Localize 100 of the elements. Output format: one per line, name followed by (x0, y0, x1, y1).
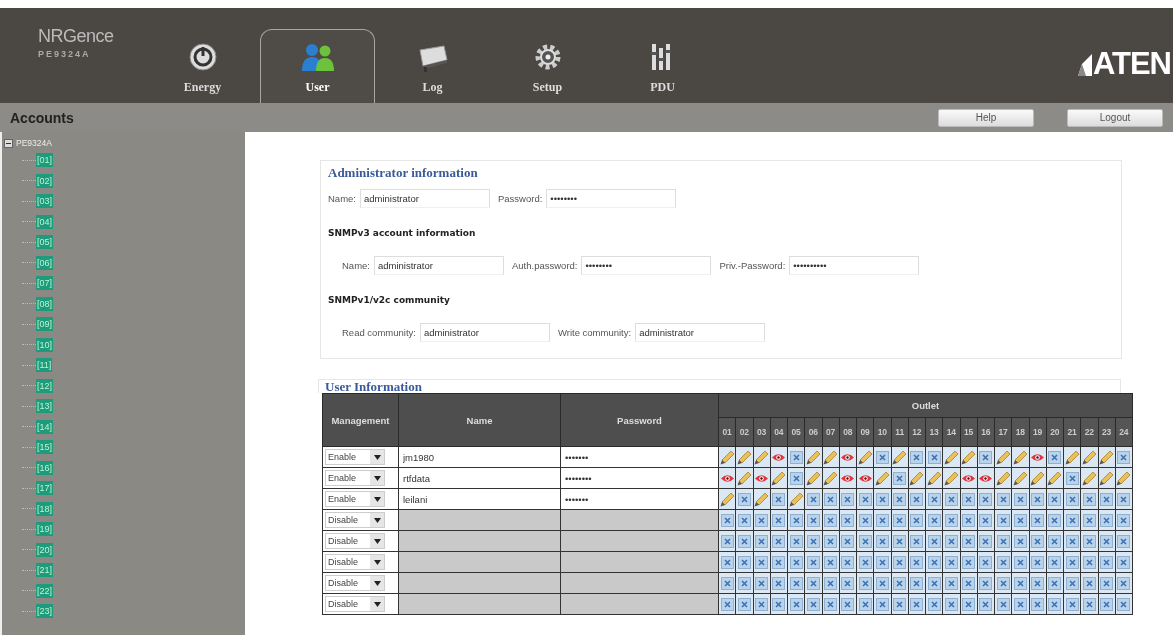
pencil-icon[interactable] (995, 470, 1011, 486)
cross-icon[interactable] (979, 450, 993, 464)
brand-logo: ATEN (1092, 46, 1171, 82)
cross-icon[interactable] (944, 492, 958, 506)
column-header: Outlet (718, 393, 1133, 418)
subsection-title: SNMPv3 account information (328, 228, 477, 238)
pencil-icon[interactable] (1116, 470, 1132, 486)
nav-tab[interactable]: Setup (490, 29, 605, 103)
caret-icon (373, 559, 381, 565)
toolbar-button[interactable]: Help (938, 108, 1034, 127)
cross-icon[interactable] (979, 492, 993, 506)
field-label: Write community: (557, 327, 632, 338)
toolbar-button[interactable]: Logout (1067, 108, 1163, 127)
pencil-icon[interactable] (892, 449, 908, 465)
cross-icon[interactable] (1031, 492, 1045, 506)
pencil-icon[interactable] (823, 470, 839, 486)
caret-icon (373, 538, 381, 544)
pencil-icon[interactable] (736, 470, 752, 486)
cross-icon[interactable] (1100, 492, 1114, 506)
cross-icon[interactable] (996, 492, 1010, 506)
cross-icon[interactable] (910, 450, 924, 464)
users-icon (300, 42, 335, 72)
nav-tab[interactable]: PDU (605, 29, 720, 103)
pencil-icon[interactable] (719, 491, 735, 507)
pencil-icon[interactable] (823, 449, 839, 465)
cross-icon[interactable] (875, 492, 889, 506)
field-label: Name: (342, 260, 370, 271)
nav-tab[interactable]: User (260, 29, 375, 103)
cross-icon[interactable] (824, 492, 838, 506)
pencil-icon[interactable] (754, 491, 770, 507)
column-header: Name (398, 393, 561, 447)
management-dropdown[interactable]: Enable (325, 449, 385, 465)
pencil-icon[interactable] (754, 449, 770, 465)
pencil-icon[interactable] (719, 449, 735, 465)
pencil-icon[interactable] (788, 491, 804, 507)
section-title: Administrator information (328, 165, 479, 181)
pencil-icon[interactable] (857, 449, 873, 465)
column-header: Management (322, 393, 399, 447)
cross-icon[interactable] (893, 492, 907, 506)
pencil-icon[interactable] (961, 449, 977, 465)
cross-icon[interactable] (1048, 492, 1062, 506)
input-field[interactable]: administrator (419, 323, 550, 342)
cross-icon[interactable] (927, 492, 941, 506)
product-logo: NRGence (38, 26, 115, 47)
cross-icon[interactable] (910, 492, 924, 506)
caret-icon (373, 475, 381, 481)
cross-icon[interactable] (1048, 450, 1062, 464)
subsection-title: SNMPv1/v2c community (328, 295, 451, 305)
input-field[interactable]: administrator (374, 256, 504, 275)
cross-icon[interactable] (789, 471, 803, 485)
input-field[interactable]: •••••••••• (789, 256, 920, 275)
pencil-icon[interactable] (1099, 449, 1115, 465)
pencil-icon[interactable] (995, 449, 1011, 465)
pencil-icon[interactable] (1012, 449, 1028, 465)
field-label: Name: (328, 193, 356, 204)
pencil-icon[interactable] (1012, 470, 1028, 486)
input-field[interactable]: •••••••• (581, 256, 712, 275)
management-dropdown[interactable]: Enable (325, 491, 385, 507)
pencil-icon[interactable] (909, 470, 925, 486)
cross-icon[interactable] (1117, 450, 1131, 464)
pencil-icon[interactable] (1081, 449, 1097, 465)
pencil-icon[interactable] (805, 449, 821, 465)
model-name: PE9324A (38, 49, 92, 59)
cross-icon[interactable] (737, 492, 751, 506)
input-field[interactable]: •••••••• (546, 189, 677, 208)
cross-icon[interactable] (893, 471, 907, 485)
cross-icon[interactable] (1065, 471, 1079, 485)
cross-icon[interactable] (962, 492, 976, 506)
caret-icon (373, 496, 381, 502)
pencil-icon[interactable] (1030, 470, 1046, 486)
pencil-icon[interactable] (1064, 449, 1080, 465)
collapse-icon[interactable] (4, 138, 13, 148)
cross-icon[interactable] (841, 492, 855, 506)
pencil-icon[interactable] (943, 470, 959, 486)
pencil-icon[interactable] (805, 470, 821, 486)
nav-tab[interactable]: Log (375, 29, 490, 103)
pencil-icon[interactable] (874, 470, 890, 486)
pencil-icon[interactable] (1047, 470, 1063, 486)
pencil-icon[interactable] (1081, 470, 1097, 486)
field-label: Password: (498, 193, 543, 204)
pencil-icon[interactable] (943, 449, 959, 465)
cross-icon[interactable] (789, 450, 803, 464)
cross-icon[interactable] (858, 492, 872, 506)
input-field[interactable]: administrator (635, 323, 766, 342)
pencil-icon[interactable] (1099, 470, 1115, 486)
cross-icon[interactable] (875, 450, 889, 464)
cross-icon[interactable] (927, 450, 941, 464)
pencil-icon[interactable] (771, 470, 787, 486)
cross-icon[interactable] (772, 492, 786, 506)
input-field[interactable]: administrator (360, 189, 490, 208)
pencil-icon[interactable] (736, 449, 752, 465)
book-icon (416, 44, 449, 72)
management-dropdown[interactable]: Enable (325, 470, 385, 486)
cross-icon[interactable] (1082, 492, 1096, 506)
nav-tab[interactable]: Energy (145, 29, 260, 103)
cross-icon[interactable] (1013, 492, 1027, 506)
cross-icon[interactable] (806, 492, 820, 506)
cross-icon[interactable] (1065, 492, 1079, 506)
pencil-icon[interactable] (926, 470, 942, 486)
cross-icon[interactable] (1117, 492, 1131, 506)
